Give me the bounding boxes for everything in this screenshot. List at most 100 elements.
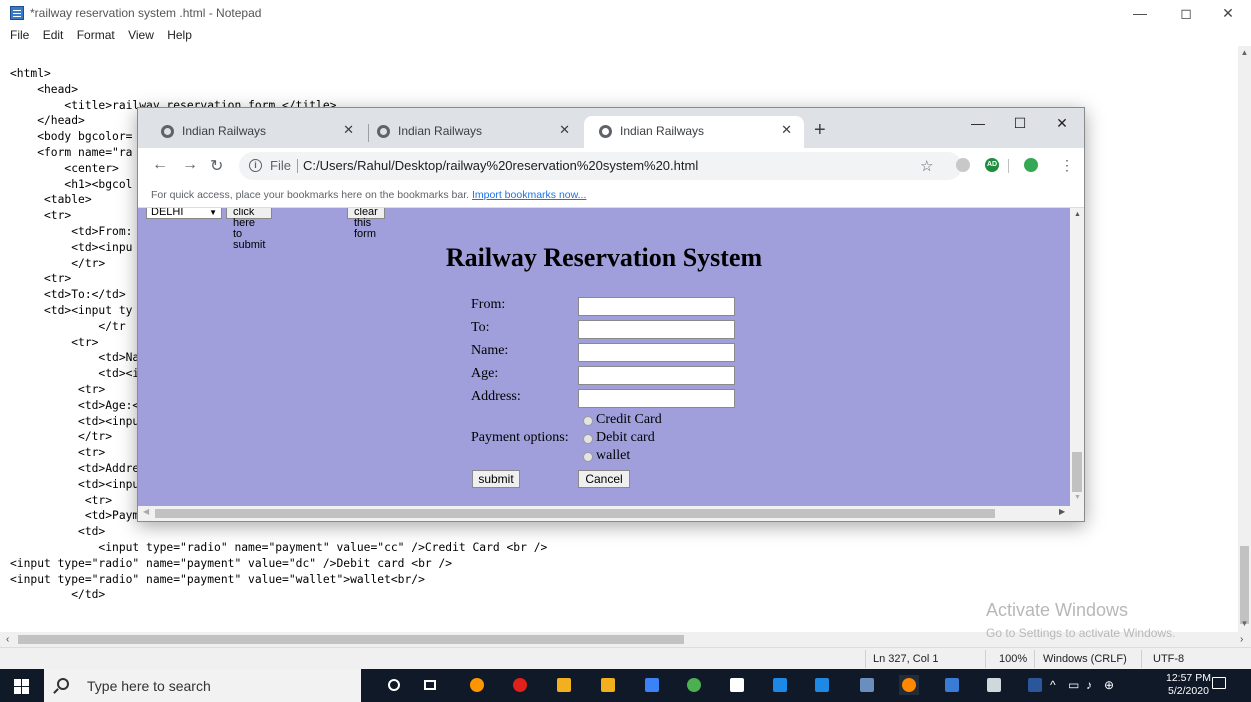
label-address: Address: [471,389,521,404]
code-line[interactable]: <head> [10,82,547,98]
maximize-button[interactable]: ◻ [1163,3,1209,23]
menu-format[interactable]: Format [77,26,115,42]
code-line[interactable]: <html> [10,66,547,82]
close-button[interactable]: ✕ [1205,3,1251,23]
menu-help[interactable]: Help [167,26,192,42]
task-view-icon[interactable] [420,675,440,695]
address-url[interactable]: C:/Users/Rahul/Desktop/railway%20reserva… [303,158,698,173]
menu-edit[interactable]: Edit [43,26,64,42]
word-icon[interactable] [1025,675,1045,695]
windows-taskbar: Type here to search ^ ▭ ♪ ⊕ 12:57 PM 5/2… [0,669,1251,702]
new-tab-button[interactable]: + [814,120,826,140]
scroll-down-arrow-icon[interactable]: ▼ [1240,619,1249,629]
notepad-icon[interactable] [727,675,747,695]
code-line[interactable]: <input type="radio" name="payment" value… [10,572,547,588]
from-input[interactable] [578,297,735,316]
photo-viewer-icon[interactable] [984,675,1004,695]
editor-vertical-scrollbar[interactable]: ▲ ▼ [1238,46,1251,632]
notification-center-icon[interactable] [1212,677,1226,689]
submit-top-button[interactable]: click here to submit [226,208,273,251]
tab-close-icon[interactable]: ✕ [559,122,570,138]
firefox-icon[interactable] [467,675,487,695]
reload-icon[interactable]: ↻ [210,156,223,176]
import-bookmarks-link[interactable]: Import bookmarks now... [472,189,586,201]
label-to: To: [471,320,490,335]
scroll-right-arrow-icon[interactable]: ▶ [1059,507,1065,516]
radio-wallet[interactable] [583,452,593,462]
code-line[interactable]: <td> [10,524,547,540]
to-input[interactable] [578,320,735,339]
notepad-window-title: *railway reservation system .html - Note… [30,6,262,20]
page-title: Railway Reservation System [445,243,763,272]
opera-icon[interactable] [510,675,530,695]
activate-windows-watermark: Activate Windows Go to Settings to activ… [986,600,1175,640]
taskbar-search-box[interactable]: Type here to search [44,669,361,702]
tab-close-icon[interactable]: ✕ [781,122,792,138]
globe-icon [161,125,174,138]
address-input[interactable] [578,389,735,408]
scroll-right-arrow-icon[interactable]: › [1240,632,1243,647]
forward-arrow-icon[interactable]: → [182,156,198,174]
page-horizontal-scrollbar[interactable]: ◀ ▶ [138,506,1084,521]
chevron-up-icon[interactable]: ^ [1050,678,1056,692]
submit-button[interactable]: submit [472,470,520,488]
volume-icon[interactable]: ♪ [1086,678,1092,692]
app-icon[interactable] [942,675,962,695]
mail-icon[interactable] [770,675,790,695]
minimize-button[interactable]: — [1117,3,1163,23]
scrollbar-thumb[interactable] [155,509,995,518]
app-icon[interactable] [642,675,662,695]
encoding: UTF-8 [1153,653,1185,665]
clear-form-button[interactable]: clear this form [347,208,385,240]
city-select[interactable]: DELHI ▼ [146,208,222,219]
file-explorer-icon[interactable] [554,675,574,695]
chrome-close-button[interactable]: ✕ [1042,112,1082,134]
cortana-icon[interactable] [384,675,404,695]
chrome-icon[interactable] [684,675,704,695]
tab-indian-railways-1[interactable]: Indian Railways ✕ [146,116,366,148]
menu-file[interactable]: File [10,26,29,42]
code-line[interactable]: </td> [10,587,547,603]
shield-extension-icon[interactable] [1024,158,1038,172]
chrome-minimize-button[interactable]: — [958,112,998,134]
scroll-left-arrow-icon[interactable]: ‹ [6,632,9,647]
page-vertical-scrollbar[interactable]: ▲ ▼ [1070,208,1084,506]
photos-icon[interactable] [857,675,877,695]
menu-view[interactable]: View [128,26,154,42]
chrome-maximize-button[interactable]: ☐ [1000,112,1040,134]
back-arrow-icon[interactable]: ← [152,156,168,174]
bookmark-star-icon[interactable]: ☆ [920,157,933,175]
label-payment-options: Payment options: [471,430,569,445]
scrollbar-thumb[interactable] [1072,452,1082,492]
extension-icon[interactable] [956,158,970,172]
adblock-extension-icon[interactable]: AD [985,158,999,172]
store-icon[interactable] [598,675,618,695]
start-button[interactable] [0,669,44,702]
radio-debit-card[interactable] [583,434,593,444]
code-line[interactable]: <input type="radio" name="payment" value… [10,556,547,572]
radio-credit-card[interactable] [583,416,593,426]
language-icon[interactable]: ⊕ [1104,678,1114,692]
info-icon[interactable]: i [249,159,262,172]
address-bar[interactable]: i File C:/Users/Rahul/Desktop/railway%20… [239,152,962,180]
scroll-up-arrow-icon[interactable]: ▲ [1240,48,1249,58]
tab-indian-railways-2[interactable]: Indian Railways ✕ [362,116,582,148]
age-input[interactable] [578,366,735,385]
cancel-button[interactable]: Cancel [578,470,630,488]
scrollbar-thumb[interactable] [1240,546,1249,624]
scroll-left-arrow-icon[interactable]: ◀ [143,507,149,516]
battery-icon[interactable]: ▭ [1068,678,1079,692]
radio-label-wallet: wallet [596,448,631,463]
scroll-up-arrow-icon[interactable]: ▲ [1074,211,1081,218]
menu-kebab-icon[interactable]: ⋮ [1060,157,1074,174]
tab-close-icon[interactable]: ✕ [343,122,354,138]
tab-indian-railways-active[interactable]: Indian Railways ✕ [584,116,804,148]
scroll-down-arrow-icon[interactable]: ▼ [1074,494,1081,501]
vlc-icon[interactable] [899,675,919,695]
taskbar-clock[interactable]: 12:57 PM 5/2/2020 [1166,672,1211,698]
scrollbar-thumb[interactable] [18,635,684,644]
code-line[interactable]: <input type="radio" name="payment" value… [10,540,547,556]
name-input[interactable] [578,343,735,362]
notepad-menubar: File Edit Format View Help [0,26,1251,46]
edge-icon[interactable] [812,675,832,695]
